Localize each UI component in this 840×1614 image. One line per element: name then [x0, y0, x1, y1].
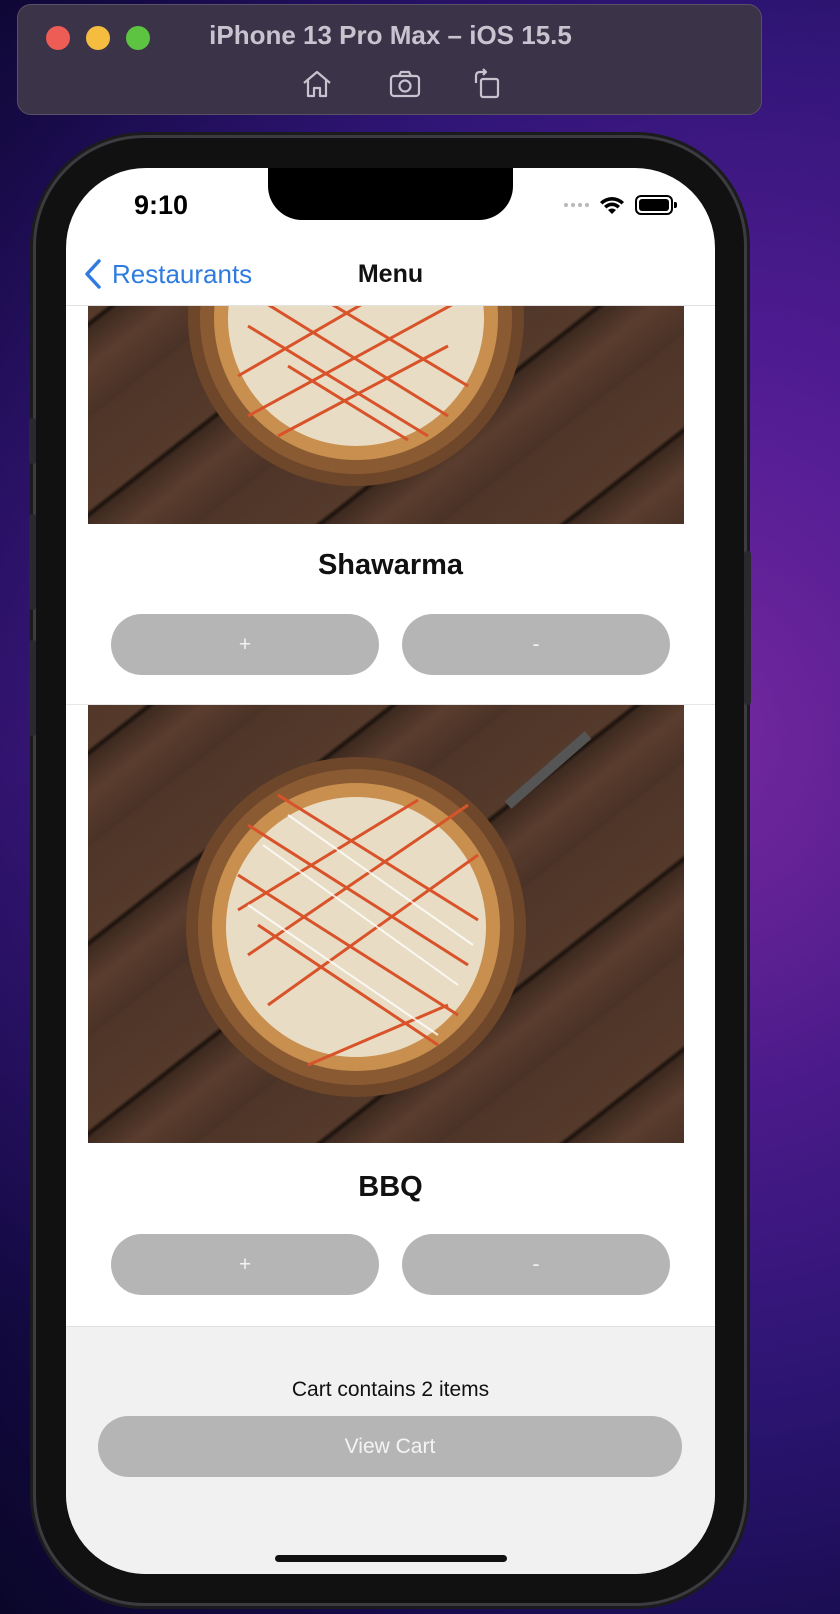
remove-item-button[interactable]: -: [402, 614, 670, 675]
notch: [268, 168, 513, 220]
item-name: Shawarma: [317, 549, 464, 581]
navigation-bar: Restaurants Menu: [66, 248, 715, 306]
item-name: BBQ: [358, 1171, 423, 1203]
food-image: [88, 705, 684, 1143]
add-item-button[interactable]: +: [111, 1234, 379, 1295]
phone-screen: 9:10 Restaurants Menu Shawarma + - BBQ +…: [66, 168, 715, 1574]
menu-list[interactable]: Shawarma + - BBQ + -: [66, 306, 715, 1493]
status-time: 9:10: [134, 190, 189, 220]
cart-summary-text: Cart contains 2 items: [291, 1378, 490, 1401]
power-button: [744, 551, 751, 705]
simulator-titlebar: iPhone 13 Pro Max – iOS 15.5: [17, 4, 762, 115]
menu-item: BBQ + -: [66, 705, 715, 1325]
view-cart-button[interactable]: View Cart: [98, 1416, 682, 1477]
wifi-icon: [600, 197, 624, 214]
battery-icon: [635, 195, 677, 215]
rotate-icon[interactable]: [470, 67, 504, 101]
mute-switch: [29, 418, 36, 464]
food-image: [88, 306, 684, 524]
add-item-button[interactable]: +: [111, 614, 379, 675]
status-icons: [564, 192, 677, 218]
volume-up-button: [29, 514, 36, 610]
page-title: Menu: [357, 260, 424, 288]
remove-item-button[interactable]: -: [402, 1234, 670, 1295]
home-icon[interactable]: [300, 67, 334, 101]
screenshot-icon[interactable]: [388, 67, 422, 101]
cellular-signal-icon: [564, 203, 589, 207]
simulator-title: iPhone 13 Pro Max – iOS 15.5: [209, 20, 572, 50]
volume-down-button: [29, 640, 36, 736]
menu-item: Shawarma + -: [66, 306, 715, 705]
home-indicator[interactable]: [275, 1555, 507, 1562]
cart-summary-panel: Cart contains 2 items View Cart: [66, 1326, 715, 1574]
